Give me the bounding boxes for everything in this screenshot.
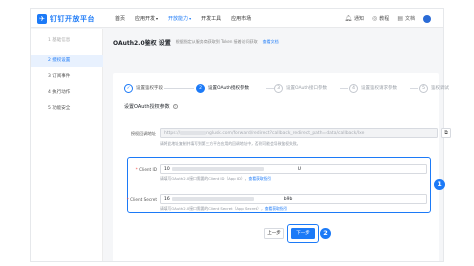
tool-label: 文档: [404, 16, 415, 22]
client-secret-value-prefix: 16: [164, 197, 170, 202]
tutorial-button[interactable]: ◎ 教程: [372, 15, 389, 22]
docs-button[interactable]: ▤ 文档: [397, 15, 415, 22]
copy-button[interactable]: ⧉: [441, 128, 451, 138]
tutorial-icon: ◎: [372, 15, 378, 22]
nav-item-home[interactable]: 首页: [115, 15, 125, 22]
notification-button[interactable]: 🔔︎ 通知: [344, 15, 364, 22]
doc-icon: ▤: [397, 15, 403, 22]
callback-url-field: https:// nglusk.com/forward/redirect?call…: [160, 128, 438, 138]
client-secret-label: * Client Secret: [122, 197, 157, 202]
step-number: 2: [196, 83, 205, 93]
step-number: 5: [419, 83, 428, 93]
page-header: OAuth2.0鉴权 设置 根据指定从服务商获取到 Token 接着访问获取 查…: [113, 37, 279, 47]
client-secret-label-text: Client Secret: [130, 197, 157, 202]
client-secret-value-suffix: b9b: [283, 197, 293, 202]
client-id-guide-link[interactable]: 查看获取指引: [249, 176, 272, 181]
avatar[interactable]: [423, 14, 431, 23]
annotation-badge-1: 1: [434, 179, 445, 190]
step-2[interactable]: 2 设置OAuth授权参数: [196, 81, 249, 95]
callback-url-prefix: https://: [164, 131, 181, 136]
step-3[interactable]: 3 设置OAuth接口参数: [274, 81, 327, 95]
page-title: OAuth2.0鉴权 设置: [113, 39, 171, 47]
section-title: 设置OAuth授权参数 ?: [124, 103, 178, 110]
step-connector: [410, 88, 418, 89]
logo[interactable]: ✈ 钉钉开放平台: [37, 13, 95, 24]
client-id-label: * Client ID: [126, 167, 157, 172]
page-description: 根据指定从服务商获取到 Token 接着访问获取: [175, 39, 258, 44]
client-id-value-prefix: 10: [164, 167, 170, 172]
step-label: 设置OAuth授权参数: [208, 86, 250, 91]
client-id-label-text: Client ID: [139, 167, 157, 172]
step-1[interactable]: ✓ 设置鉴权字段: [124, 81, 163, 95]
view-docs-link[interactable]: 查看文档: [263, 39, 279, 45]
step-number: 3: [274, 83, 283, 93]
client-secret-guide-link[interactable]: 查看获取指引: [265, 206, 288, 211]
check-icon: ✓: [124, 83, 133, 93]
step-number: 4: [349, 83, 358, 93]
nav-item-app-dev[interactable]: 应用开发 ▾: [135, 15, 158, 22]
redacted-text: [180, 130, 207, 135]
sidebar-item-subscribe-events[interactable]: 3 订阅事件: [31, 71, 103, 83]
section-title-text: 设置OAuth授权参数: [124, 104, 170, 110]
prev-step-button[interactable]: 上一步: [264, 228, 284, 239]
sidebar-item-security[interactable]: 5 功能安全: [31, 103, 103, 115]
chevron-down-icon: ▾: [189, 16, 192, 21]
nav-label: 开放能力: [168, 16, 189, 22]
copy-icon: ⧉: [444, 130, 448, 136]
chevron-down-icon: ▾: [156, 16, 159, 21]
step-connector: [266, 88, 274, 89]
client-id-input[interactable]: 10 U: [160, 164, 427, 174]
main-nav: 首页 应用开发 ▾ 开放能力 ▾ 开发工具 应用市场: [115, 9, 251, 28]
step-5[interactable]: 5 鉴权调试: [419, 81, 449, 95]
client-secret-input[interactable]: 16 b9b: [160, 194, 427, 204]
step-label: 设置OAuth接口参数: [286, 86, 328, 91]
sidebar: 1 基础信息 2 授权设置 3 订阅事件 4 执行动作 5 功能安全: [31, 29, 103, 261]
redacted-text: [171, 166, 264, 171]
nav-item-app-market[interactable]: 应用市场: [231, 15, 251, 22]
client-secret-hint: 请填写OAuth2.0接口需要的Client Secret（App Secret…: [160, 206, 288, 211]
top-right-tools: 🔔︎ 通知 ◎ 教程 ▤ 文档: [344, 9, 431, 28]
logo-text: 钉钉开放平台: [50, 14, 95, 23]
client-id-value-suffix: U: [297, 167, 302, 172]
step-4[interactable]: 4 设置鉴权请求参数: [349, 81, 397, 95]
client-id-hint: 请填写OAuth2.0接口需要的Client ID（App ID），查看获取指引: [160, 176, 272, 181]
tool-label: 教程: [379, 16, 390, 22]
sidebar-item-basic-info[interactable]: 1 基础信息: [31, 35, 103, 47]
redacted-text: [171, 196, 254, 201]
nav-label: 应用市场: [231, 16, 252, 22]
sidebar-item-actions[interactable]: 4 执行动作: [31, 87, 103, 99]
nav-label: 首页: [115, 16, 126, 22]
nav-label: 开发工具: [201, 16, 222, 22]
callback-url-value: nglusk.com/forward/redirect?callback_red…: [206, 131, 365, 136]
nav-item-open-capability[interactable]: 开放能力 ▾: [168, 15, 191, 22]
step-connector: [340, 88, 348, 89]
nav-label: 应用开发: [135, 16, 156, 22]
top-navigation-bar: ✈ 钉钉开放平台 首页 应用开发 ▾ 开放能力 ▾ 开发工具 应用市场 🔔︎ 通知 ◎…: [31, 9, 443, 28]
step-label: 设置鉴权请求参数: [361, 86, 397, 91]
dingtalk-logo-icon: ✈: [37, 13, 47, 24]
annotation-badge-2: 2: [320, 228, 331, 239]
tool-label: 通知: [354, 16, 365, 22]
help-icon[interactable]: ?: [172, 104, 178, 109]
next-step-button[interactable]: 下一步: [291, 228, 315, 239]
hint-text: 请填写OAuth2.0接口需要的Client Secret（App Secret…: [160, 206, 261, 211]
bell-icon: 🔔︎: [344, 15, 353, 22]
step-label: 鉴权调试: [431, 86, 449, 91]
callback-url-hint: 请将此地址复制并填写到第三方平台应用的回调地址中，否则可能会导致鉴权失败。: [160, 141, 301, 146]
hint-text: 请填写OAuth2.0接口需要的Client ID（App ID）: [160, 176, 245, 181]
callback-url-label: 授权回调地址: [130, 131, 156, 136]
nav-item-dev-tools[interactable]: 开发工具: [201, 15, 221, 22]
sidebar-item-auth-settings[interactable]: 2 授权设置: [31, 55, 103, 67]
step-label: 设置鉴权字段: [136, 86, 163, 91]
step-connector: [164, 88, 194, 89]
